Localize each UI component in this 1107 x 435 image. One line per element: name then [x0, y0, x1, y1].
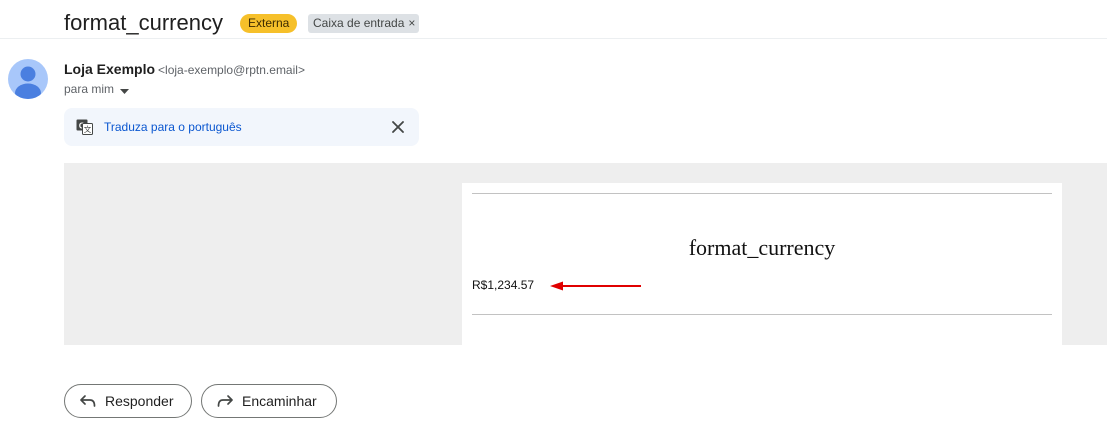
svg-text:文: 文 [84, 124, 92, 134]
sender-name[interactable]: Loja Exemplo [64, 61, 155, 77]
reply-label: Responder [105, 393, 174, 409]
divider [472, 193, 1052, 194]
arrow-left-icon [550, 279, 642, 297]
recipient-label: para mim [64, 82, 115, 96]
recipient-toggle[interactable]: para mim [64, 82, 130, 97]
subject-bar: format_currency Externa Caixa de entrada… [0, 0, 1107, 39]
inbox-label-text: Caixa de entrada [313, 16, 405, 30]
avatar[interactable] [8, 59, 48, 99]
email-body-title: format_currency [688, 235, 836, 260]
sender-line: Loja Exemplo <loja-exemplo@rptn.email> [64, 61, 305, 77]
translate-icon: G 文 [76, 119, 93, 140]
divider [472, 314, 1052, 315]
currency-value: R$1,234.57 [472, 278, 535, 292]
reply-icon [79, 393, 97, 412]
chevron-down-icon [120, 83, 130, 97]
reply-button[interactable]: Responder [64, 384, 192, 418]
inbox-label-badge: Caixa de entrada × [308, 14, 420, 33]
translate-banner: G 文 Traduza para o português [64, 108, 419, 146]
external-badge: Externa [240, 14, 298, 33]
forward-icon [216, 393, 234, 412]
person-icon [15, 66, 41, 99]
email-subject: format_currency [64, 10, 223, 35]
sender-email: <loja-exemplo@rptn.email> [158, 63, 305, 77]
forward-label: Encaminhar [242, 393, 317, 409]
remove-label-icon[interactable]: × [408, 16, 415, 30]
email-content-card: format_currency R$1,234.57 [462, 183, 1062, 345]
translate-link[interactable]: Traduza para o português [104, 120, 242, 134]
email-body-frame: format_currency R$1,234.57 [64, 163, 1107, 345]
close-icon[interactable] [390, 119, 406, 135]
forward-button[interactable]: Encaminhar [201, 384, 337, 418]
